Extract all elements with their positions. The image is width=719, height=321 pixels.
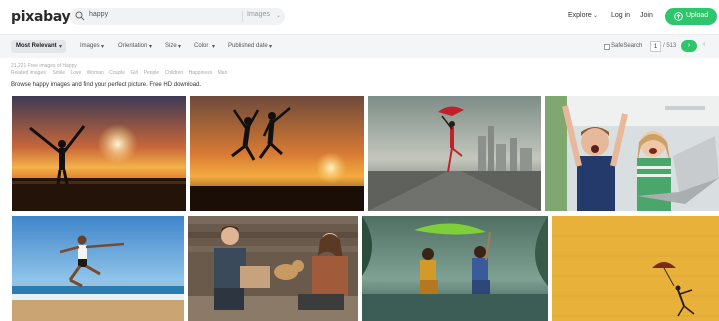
upload-label: Upload [686,12,709,19]
chevron-down-icon: ⌄ [593,13,599,19]
filter-orientation[interactable]: Orientation [118,43,147,49]
related-tag[interactable]: Happiness [189,70,213,76]
related-tag[interactable]: Couple [109,70,125,76]
safesearch-checkbox[interactable] [604,44,610,50]
chevron-right-icon: › [687,42,691,49]
filter-images[interactable]: Images [80,43,100,49]
safesearch-label: SafeSearch [611,43,643,49]
related-tag[interactable]: Woman [87,70,104,76]
search-input[interactable]: happy [89,11,108,18]
join-link[interactable]: Join [640,12,653,19]
chevron-down-icon: ▾ [149,44,153,50]
chevron-down-icon: ▾ [212,44,216,50]
related-tag[interactable]: Girl [130,70,138,76]
page-total: / 513 [663,43,677,49]
yellow-wall-umbrella-image[interactable] [552,216,719,321]
page-input[interactable]: 1 [650,41,661,52]
couple-dog-image[interactable] [188,216,358,321]
search-type-select[interactable]: Images [247,11,270,18]
top-header: pixabay happy Images ⌄ Explore ⌄ Log in … [0,0,719,34]
filter-bar: Most Relevant ▾ Images ▾ Orientation ▾ S… [0,34,719,58]
upload-button[interactable]: Upload [665,8,717,25]
related-tag[interactable]: Children [165,70,184,76]
next-page-button[interactable]: › [681,40,697,52]
filter-size[interactable]: Size [165,43,177,49]
chevron-down-icon: ⌄ [276,13,282,19]
chevron-down-icon: ▾ [59,44,63,50]
woman-sunset-silhouette-image[interactable] [12,96,186,211]
dancer-umbrella-city-image[interactable] [368,96,541,211]
related-tag[interactable]: Man [218,70,228,76]
related-label: Related images: [11,70,48,76]
upload-icon [674,12,683,21]
page-description: Browse happy images and find your perfec… [11,82,202,88]
children-leaf-rain-image[interactable] [362,216,548,321]
search-bar[interactable]: happy Images ⌄ [70,8,285,25]
filter-published-date[interactable]: Published date [228,43,268,49]
chevron-down-icon: ▾ [269,44,273,50]
sort-label[interactable]: Most Relevant [16,43,57,49]
filter-color[interactable]: Color [194,43,208,49]
chevron-down-icon: ▾ [101,44,105,50]
search-divider [242,11,243,22]
pixabay-logo[interactable]: pixabay [11,9,71,25]
jumping-couple-sunset-image[interactable] [190,96,364,211]
search-icon [75,11,85,21]
related-tag[interactable]: Love [70,70,81,76]
related-tag[interactable]: People [144,70,160,76]
login-link[interactable]: Log in [611,12,630,19]
beach-jump-woman-image[interactable] [12,216,184,321]
related-tags: Related images: Smile Love Woman Couple … [11,70,231,76]
chevron-down-icon: ▾ [178,44,182,50]
results-count: 21,221 Free images of Happy [11,63,77,69]
explore-menu[interactable]: Explore [568,12,592,19]
related-tag[interactable]: Smile [53,70,66,76]
chevron-left-icon[interactable]: ‹ [703,41,705,48]
kids-laptop-image[interactable] [545,96,719,211]
